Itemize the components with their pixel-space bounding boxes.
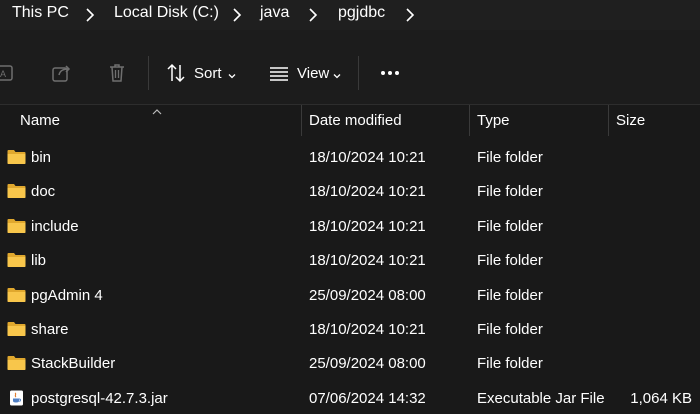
file-type: File folder: [477, 321, 543, 338]
chevron-right-icon[interactable]: [403, 6, 417, 24]
file-name: postgresql-42.7.3.jar: [31, 390, 168, 407]
file-name: doc: [31, 183, 56, 200]
folder-icon: [7, 149, 26, 165]
rename-icon[interactable]: A: [0, 61, 16, 85]
column-header-name-label: Name: [20, 112, 61, 129]
breadcrumb-item-local-disk[interactable]: Local Disk (C:): [114, 4, 219, 22]
file-type: File folder: [477, 252, 543, 269]
file-row[interactable]: include 18/10/2024 10:21 File folder: [0, 210, 700, 244]
chevron-down-icon[interactable]: [227, 68, 237, 79]
folder-icon: [7, 183, 26, 199]
command-bar: A Sort View: [0, 42, 700, 105]
file-explorer-window: This PC Local Disk (C:) java pgjdbc A So…: [0, 0, 700, 414]
folder-icon: [7, 321, 26, 337]
share-icon[interactable]: [50, 61, 74, 85]
file-name: share: [31, 321, 69, 338]
file-date: 18/10/2024 10:21: [309, 218, 426, 235]
folder-icon: [7, 252, 26, 268]
column-header-size[interactable]: Size: [609, 105, 700, 136]
file-type: File folder: [477, 183, 543, 200]
sort-button[interactable]: Sort: [194, 65, 222, 82]
file-name: bin: [31, 149, 52, 166]
more-options-icon[interactable]: [378, 61, 402, 85]
file-row[interactable]: StackBuilder 25/09/2024 08:00 File folde…: [0, 347, 700, 381]
file-date: 18/10/2024 10:21: [309, 321, 426, 338]
file-type: File folder: [477, 149, 543, 166]
toolbar-separator: [358, 56, 359, 90]
toolbar-separator: [148, 56, 149, 90]
header-divider: [0, 30, 700, 42]
file-name: StackBuilder: [31, 355, 116, 372]
column-header-date[interactable]: Date modified: [302, 105, 469, 136]
chevron-right-icon[interactable]: [306, 6, 320, 24]
file-name: pgAdmin 4: [31, 287, 103, 304]
file-row[interactable]: lib 18/10/2024 10:21 File folder: [0, 244, 700, 278]
file-name: include: [31, 218, 79, 235]
folder-icon: [7, 218, 26, 234]
column-header-date-label: Date modified: [309, 112, 402, 129]
breadcrumb: This PC Local Disk (C:) java pgjdbc: [0, 0, 700, 30]
svg-text:A: A: [0, 69, 6, 79]
file-type: File folder: [477, 287, 543, 304]
file-row[interactable]: bin 18/10/2024 10:21 File folder: [0, 141, 700, 175]
file-date: 07/06/2024 14:32: [309, 390, 426, 407]
folder-icon: [7, 355, 26, 371]
file-date: 25/09/2024 08:00: [309, 355, 426, 372]
java-jar-icon: [7, 390, 26, 406]
chevron-down-icon[interactable]: [332, 68, 342, 79]
file-row[interactable]: doc 18/10/2024 10:21 File folder: [0, 175, 700, 209]
breadcrumb-item-this-pc[interactable]: This PC: [12, 4, 69, 22]
file-size: 1,064 KB: [630, 390, 692, 407]
file-date: 18/10/2024 10:21: [309, 149, 426, 166]
chevron-right-icon[interactable]: [230, 6, 244, 24]
file-date: 18/10/2024 10:21: [309, 183, 426, 200]
file-date: 18/10/2024 10:21: [309, 252, 426, 269]
file-name: lib: [31, 252, 47, 269]
file-row[interactable]: postgresql-42.7.3.jar 07/06/2024 14:32 E…: [0, 382, 700, 414]
column-header-type[interactable]: Type: [470, 105, 608, 136]
folder-icon: [7, 287, 26, 303]
column-header-name[interactable]: Name: [0, 105, 301, 136]
file-row[interactable]: share 18/10/2024 10:21 File folder: [0, 313, 700, 347]
file-type: File folder: [477, 355, 543, 372]
chevron-right-icon[interactable]: [83, 6, 97, 24]
file-type: File folder: [477, 218, 543, 235]
delete-icon[interactable]: [105, 61, 129, 85]
breadcrumb-item-java[interactable]: java: [260, 4, 289, 22]
file-date: 25/09/2024 08:00: [309, 287, 426, 304]
file-row[interactable]: pgAdmin 4 25/09/2024 08:00 File folder: [0, 279, 700, 313]
breadcrumb-item-pgjdbc[interactable]: pgjdbc: [338, 4, 385, 22]
column-header-type-label: Type: [477, 112, 510, 129]
file-type: Executable Jar File: [477, 390, 605, 407]
sort-icon[interactable]: [164, 61, 188, 85]
view-button[interactable]: View: [297, 65, 329, 82]
column-header-size-label: Size: [616, 112, 646, 129]
view-icon[interactable]: [268, 61, 292, 85]
